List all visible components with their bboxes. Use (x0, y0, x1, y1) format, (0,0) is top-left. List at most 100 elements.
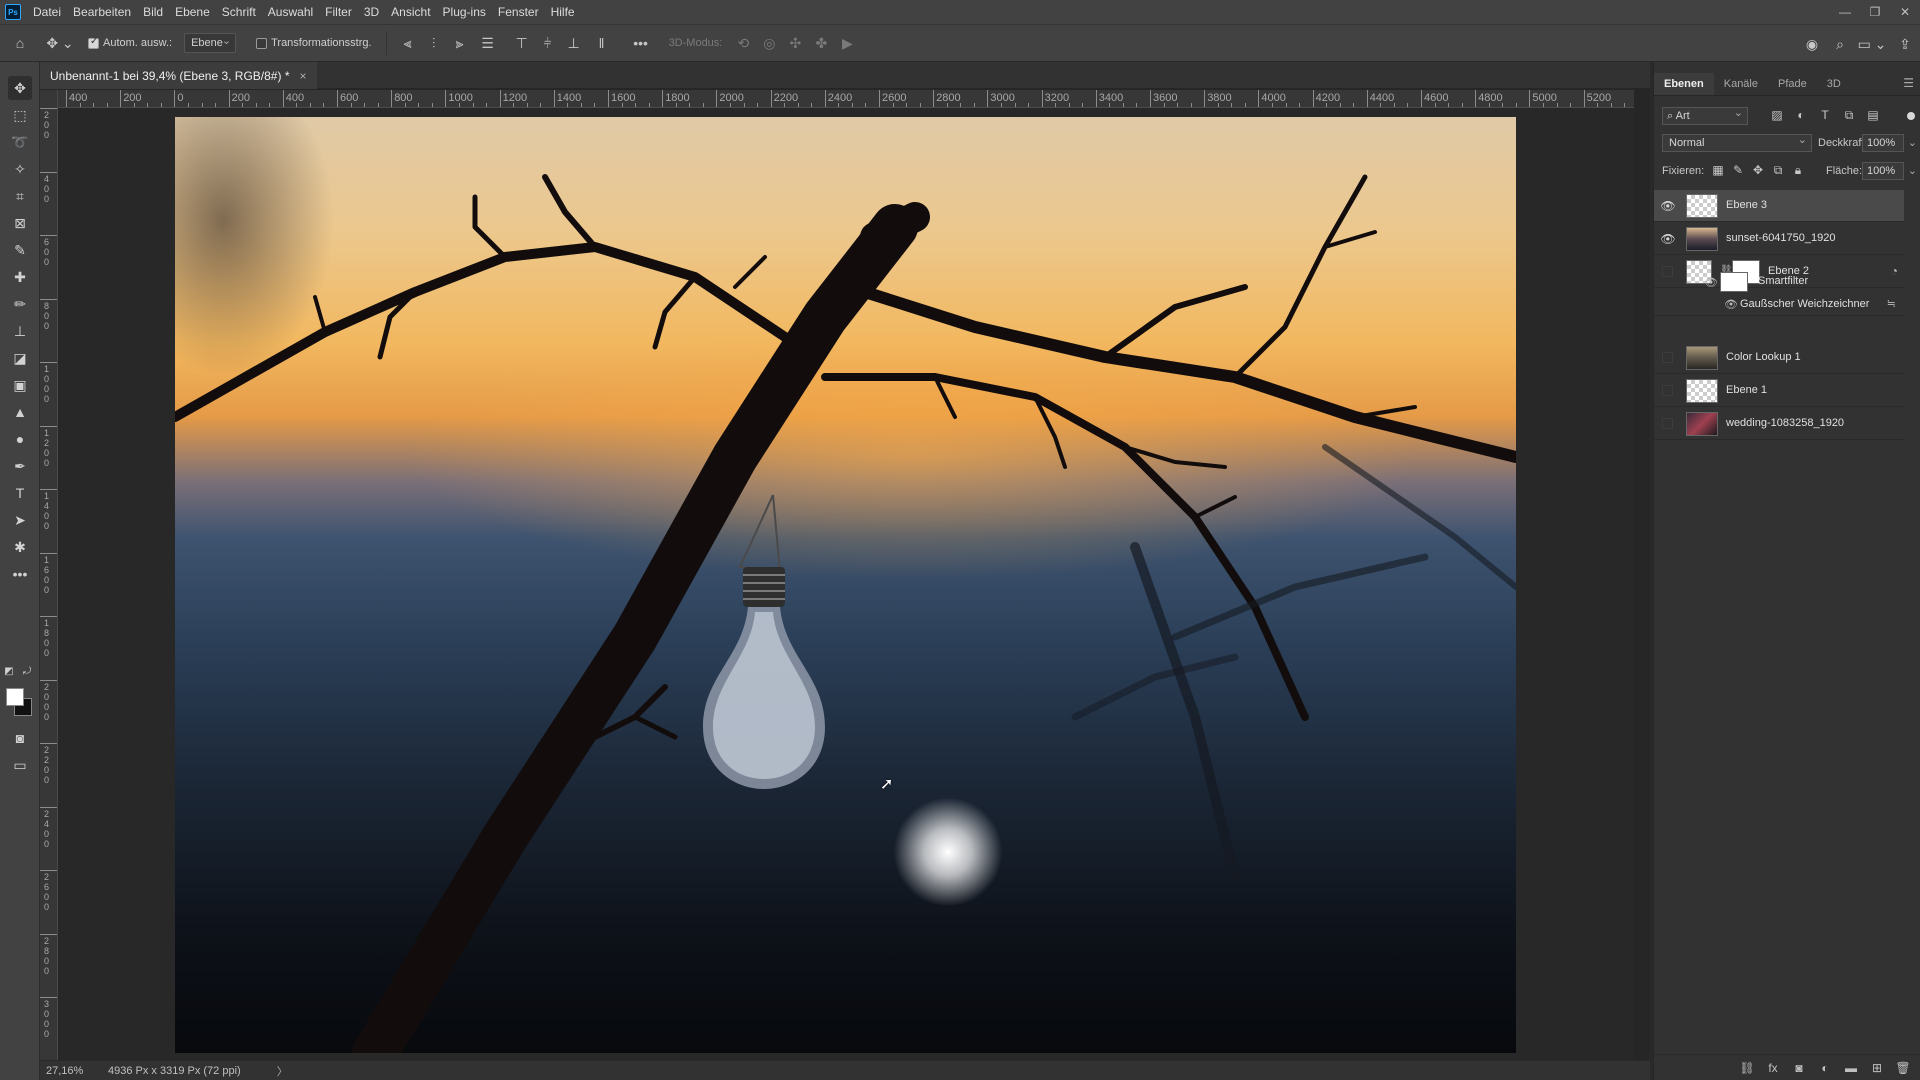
lasso-tool-icon[interactable]: ➰ (8, 130, 32, 154)
shape-tool-icon[interactable]: ✱ (8, 535, 32, 559)
panel-menu-icon[interactable]: ☰ (1903, 76, 1914, 90)
tab-ebenen[interactable]: Ebenen (1654, 73, 1714, 95)
horizontal-ruler[interactable]: 400 200 0 200 400 600 800 1000 1200 1400 1600 1800 2… (58, 90, 1634, 108)
home-icon[interactable]: ⌂ (0, 35, 40, 51)
new-layer-icon[interactable]: ⊞ (1869, 1061, 1885, 1075)
new-group-icon[interactable]: ▬ (1843, 1061, 1859, 1075)
menu-3d[interactable]: 3D (358, 0, 385, 24)
share-icon[interactable]: ⇪ (1890, 36, 1920, 53)
close-window-button[interactable]: ✕ (1890, 0, 1920, 24)
foreground-color-swatch[interactable] (6, 688, 24, 706)
marquee-tool-icon[interactable]: ⬚ (8, 103, 32, 127)
align-bottom-icon[interactable]: ⊥ (561, 35, 587, 52)
distribute-vertical-icon[interactable]: ‖ (587, 35, 617, 51)
align-left-icon[interactable]: ⫷ (395, 35, 421, 52)
menu-bild[interactable]: Bild (137, 0, 169, 24)
workspace-icon[interactable]: ▭ ⌄ (1854, 36, 1890, 53)
visibility-toggle[interactable] (1662, 418, 1673, 429)
eraser-tool-icon[interactable]: ◪ (8, 346, 32, 370)
layer-row[interactable]: 👁︎ Ebene 3 (1654, 190, 1904, 222)
screen-mode-icon[interactable]: ▭ (8, 753, 32, 777)
transform-controls-checkbox[interactable] (256, 37, 268, 49)
frame-tool-icon[interactable]: ⊠ (8, 211, 32, 235)
auto-select-checkbox[interactable] (88, 36, 99, 49)
filter-options-icon[interactable]: ≒ (1887, 297, 1896, 310)
brush-tool-icon[interactable]: ✏ (8, 292, 32, 316)
quick-mask-icon[interactable]: ◙ (8, 726, 32, 750)
menu-ebene[interactable]: Ebene (169, 0, 216, 24)
lock-all-icon[interactable]: 🔒︎ (1790, 163, 1806, 179)
filter-pixel-icon[interactable]: ▨ (1769, 108, 1785, 124)
opacity-field[interactable]: 100% (1862, 134, 1904, 152)
gauss-filter-row[interactable]: 👁︎ Gaußscher Weichzeichner ≒ (1654, 294, 1904, 316)
visibility-eye-icon[interactable]: 👁︎ (1660, 231, 1676, 247)
filter-kind-dropdown[interactable]: ⌕ Art (1662, 105, 1748, 125)
menu-hilfe[interactable]: Hilfe (545, 0, 581, 24)
lock-position-icon[interactable]: ✥ (1750, 163, 1766, 179)
magic-wand-tool-icon[interactable]: ✧ (8, 157, 32, 181)
crop-tool-icon[interactable]: ⌗ (8, 184, 32, 208)
distribute-icon[interactable]: ☰ (473, 35, 503, 52)
blur-tool-icon[interactable]: ▲ (8, 400, 32, 424)
canvas-area[interactable]: ➚ (58, 108, 1634, 1060)
minimize-button[interactable]: — (1830, 0, 1860, 24)
path-selection-tool-icon[interactable]: ➤ (8, 508, 32, 532)
tab-kanaele[interactable]: Kanäle (1714, 73, 1768, 95)
restore-button[interactable]: ❐ (1860, 0, 1890, 24)
new-adjustment-layer-icon[interactable]: ◐ (1817, 1061, 1833, 1075)
eyedropper-tool-icon[interactable]: ✎ (8, 238, 32, 262)
account-icon[interactable]: ◉ (1798, 36, 1826, 53)
fill-caret-icon[interactable]: ⌄ (1908, 164, 1917, 177)
align-center-icon[interactable]: ⫶ (421, 35, 447, 52)
smartfilter-eye-icon[interactable]: 👁︎ (1704, 276, 1718, 289)
swap-colors-icon[interactable]: ⤾ (20, 664, 34, 678)
visibility-toggle[interactable] (1662, 352, 1673, 363)
menu-plugins[interactable]: Plug-ins (437, 0, 492, 24)
pen-tool-icon[interactable]: ✒ (8, 454, 32, 478)
filter-adjustment-icon[interactable]: ◐ (1793, 108, 1809, 124)
default-colors-icon[interactable]: ◩ (2, 664, 16, 678)
more-tools-icon[interactable]: ••• (8, 562, 32, 586)
type-tool-icon[interactable]: T (8, 481, 32, 505)
lock-artboard-icon[interactable]: ⧉ (1770, 163, 1786, 179)
healing-brush-tool-icon[interactable]: ✚ (8, 265, 32, 289)
menu-bearbeiten[interactable]: Bearbeiten (67, 0, 137, 24)
zoom-level-field[interactable]: 27,16% (40, 1065, 90, 1077)
filter-shape-icon[interactable]: ⧉ (1841, 108, 1857, 124)
lock-pixels-icon[interactable]: ✎ (1730, 163, 1746, 179)
move-tool-icon[interactable]: ✥ (8, 76, 32, 100)
dodge-tool-icon[interactable]: ● (8, 427, 32, 451)
visibility-eye-icon[interactable]: 👁︎ (1660, 198, 1676, 214)
opacity-caret-icon[interactable]: ⌄ (1908, 136, 1917, 149)
vertical-ruler[interactable]: 200 400 600 800 1000 1200 1400 1600 1800 2000 2200… (40, 90, 58, 1060)
filter-toggle[interactable] (1907, 112, 1915, 120)
menu-filter[interactable]: Filter (319, 0, 358, 24)
filter-type-icon[interactable]: T (1817, 108, 1833, 124)
close-document-icon[interactable]: × (299, 69, 306, 83)
align-right-icon[interactable]: ⫸ (447, 35, 473, 52)
menu-datei[interactable]: Datei (27, 0, 67, 24)
layer-row[interactable]: 👁︎ sunset-6041750_1920 (1654, 223, 1904, 255)
layer-row[interactable]: Color Lookup 1 (1654, 342, 1904, 374)
align-middle-icon[interactable]: ⫩ (535, 35, 561, 52)
document-tab[interactable]: Unbenannt-1 bei 39,4% (Ebene 3, RGB/8#) … (40, 62, 317, 89)
stamp-tool-icon[interactable]: ⊥ (8, 319, 32, 343)
layer-row[interactable]: wedding-1083258_1920 (1654, 408, 1904, 440)
layer-row[interactable]: Ebene 1 (1654, 375, 1904, 407)
auto-select-target-dropdown[interactable]: Ebene (184, 32, 237, 53)
tab-3d[interactable]: 3D (1817, 73, 1851, 95)
tab-pfade[interactable]: Pfade (1768, 73, 1817, 95)
menu-auswahl[interactable]: Auswahl (262, 0, 319, 24)
gradient-tool-icon[interactable]: ▣ (8, 373, 32, 397)
smartfilter-row[interactable]: 👁︎ Smartfilter (1654, 270, 1904, 294)
canvas-image[interactable] (175, 117, 1516, 1053)
search-icon[interactable]: ⌕ (1826, 36, 1854, 53)
visibility-toggle[interactable] (1662, 385, 1673, 396)
align-top-icon[interactable]: ⊤ (509, 35, 535, 52)
link-layers-icon[interactable]: ⛓ (1739, 1061, 1755, 1075)
add-mask-icon[interactable]: ◙ (1791, 1061, 1807, 1075)
fill-field[interactable]: 100% (1862, 162, 1904, 180)
menu-schrift[interactable]: Schrift (216, 0, 262, 24)
menu-fenster[interactable]: Fenster (492, 0, 545, 24)
status-menu-arrow-icon[interactable]: 〉 (241, 1063, 288, 1079)
